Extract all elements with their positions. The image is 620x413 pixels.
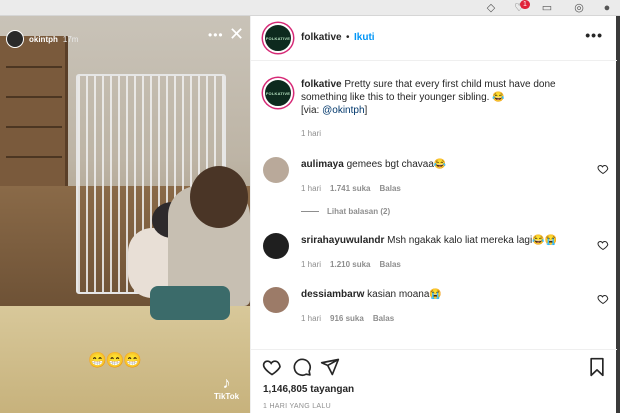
caption-via-suffix: ] bbox=[364, 105, 368, 116]
video-emoji-caption: 😁😁😁 bbox=[88, 352, 142, 369]
comment-text: kasian moana😭 bbox=[367, 289, 442, 300]
comment-username[interactable]: aulimaya bbox=[301, 159, 344, 170]
author-avatar-text: FOLKATIVE bbox=[265, 35, 291, 41]
comment-like-icon[interactable] bbox=[597, 239, 609, 251]
comment-likes[interactable]: 1.741 suka bbox=[330, 184, 370, 193]
comment-time: 1 hari bbox=[301, 184, 322, 193]
profile-icon[interactable]: ● bbox=[600, 2, 614, 14]
author-avatar[interactable]: FOLKATIVE bbox=[263, 23, 293, 53]
tiktok-label: TikTok bbox=[214, 392, 240, 401]
comment-avatar[interactable] bbox=[263, 287, 289, 313]
author-username[interactable]: folkative bbox=[301, 32, 342, 43]
comment-body: dessiambarw kasian moana😭 bbox=[301, 289, 442, 300]
video-scene-older-child-head bbox=[190, 166, 248, 228]
view-replies-button[interactable]: Lihat balasan (2) bbox=[301, 207, 390, 216]
close-icon[interactable]: ✕ bbox=[229, 25, 244, 43]
header-separator: • bbox=[346, 32, 350, 43]
view-replies-label: Lihat balasan (2) bbox=[327, 207, 391, 216]
comment-text: Msh ngakak kalo liat mereka lagi😂😭 bbox=[387, 235, 558, 246]
caption-via-link[interactable]: @okintph bbox=[322, 105, 364, 116]
caption-avatar-text: FOLKATIVE bbox=[265, 90, 291, 96]
comment-like-icon[interactable] bbox=[597, 293, 609, 305]
comment-bubble-icon[interactable] bbox=[292, 357, 312, 377]
caption-via: [via: @okintph] bbox=[301, 105, 367, 116]
comment-username[interactable]: dessiambarw bbox=[301, 289, 364, 300]
comment-meta: 1 hari 916 suka Balas bbox=[301, 314, 403, 323]
comment-avatar[interactable] bbox=[263, 157, 289, 183]
comment-meta: 1 hari 1.210 suka Balas bbox=[301, 260, 410, 269]
comment-meta: 1 hari 1.741 suka Balas bbox=[301, 184, 410, 193]
comment-username[interactable]: srirahayuwulandr bbox=[301, 235, 384, 246]
browser-toolbar: ◇ ♡ 1 ▭ ◎ ● bbox=[0, 0, 620, 16]
video-author-username: okintph bbox=[29, 34, 58, 44]
posted-time[interactable]: 1 HARI YANG LALU bbox=[263, 403, 331, 410]
notification-badge: 1 bbox=[520, 0, 530, 9]
bookmark-save-icon[interactable] bbox=[588, 357, 606, 377]
comment-time: 1 hari bbox=[301, 260, 322, 269]
activity-heart-icon[interactable]: ♡ 1 bbox=[512, 0, 530, 14]
caption-username[interactable]: folkative bbox=[301, 79, 342, 90]
more-options-icon[interactable]: ••• bbox=[585, 27, 603, 43]
caption: folkative Pretty sure that every first c… bbox=[301, 78, 601, 104]
comment-time: 1 hari bbox=[301, 314, 322, 323]
share-send-icon[interactable] bbox=[320, 357, 340, 377]
comment-body: srirahayuwulandr Msh ngakak kalo liat me… bbox=[301, 235, 557, 246]
explore-icon[interactable]: ◎ bbox=[572, 2, 586, 14]
more-horizontal-icon[interactable]: ••• bbox=[208, 28, 224, 42]
video-author-avatar bbox=[6, 30, 24, 48]
video-player[interactable]: okintph 17m ••• ✕ 😁😁😁 ♪ TikTok bbox=[0, 16, 250, 413]
caption-via-prefix: [via: bbox=[301, 105, 323, 116]
view-count[interactable]: 1,146,805 tayangan bbox=[263, 384, 354, 395]
comment-reply-button[interactable]: Balas bbox=[380, 184, 401, 193]
video-scene-legs bbox=[150, 286, 230, 320]
post-action-bar bbox=[251, 349, 617, 379]
follow-button[interactable]: Ikuti bbox=[354, 32, 375, 43]
comment-reply-button[interactable]: Balas bbox=[380, 260, 401, 269]
compass-icon[interactable]: ◇ bbox=[484, 2, 498, 14]
comment-text: gemees bgt chavaa😂 bbox=[346, 159, 447, 170]
tiktok-watermark: ♪ TikTok bbox=[214, 375, 240, 402]
comment-likes[interactable]: 916 suka bbox=[330, 314, 364, 323]
replies-line bbox=[301, 211, 319, 212]
tiktok-icon: ♪ bbox=[222, 375, 231, 392]
caption-time: 1 hari bbox=[301, 129, 322, 138]
post-details-panel: FOLKATIVE folkative • Ikuti ••• FOLKATIV… bbox=[250, 16, 617, 413]
post-header: FOLKATIVE folkative • Ikuti ••• bbox=[251, 16, 617, 61]
comment-like-icon[interactable] bbox=[597, 163, 609, 175]
messenger-icon[interactable]: ▭ bbox=[540, 2, 554, 14]
comment-avatar[interactable] bbox=[263, 233, 289, 259]
comment-body: aulimaya gemees bgt chavaa😂 bbox=[301, 159, 446, 170]
comment-reply-button[interactable]: Balas bbox=[373, 314, 394, 323]
video-scene-shelf bbox=[0, 36, 68, 186]
video-author: okintph 17m bbox=[6, 30, 78, 48]
like-heart-icon[interactable] bbox=[262, 357, 282, 377]
comment-likes[interactable]: 1.210 suka bbox=[330, 260, 370, 269]
video-author-time: 17m bbox=[62, 34, 79, 44]
caption-avatar[interactable]: FOLKATIVE bbox=[263, 78, 293, 108]
